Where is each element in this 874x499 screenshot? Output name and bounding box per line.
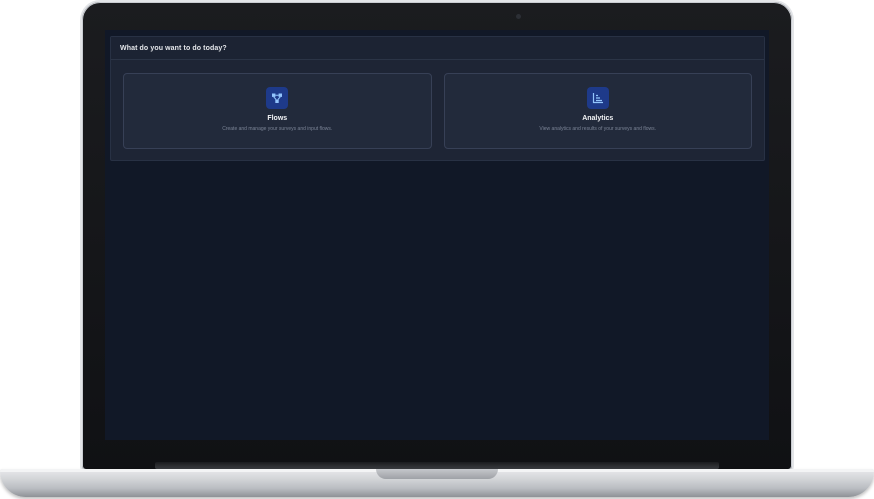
flows-card-description: Create and manage your surveys and input… (222, 126, 333, 132)
analytics-card-title: Analytics (582, 115, 614, 122)
app-screen: What do you want to do today? Flows Crea… (105, 30, 769, 440)
laptop-hinge (155, 462, 719, 469)
flows-card[interactable]: Flows Create and manage your surveys and… (123, 73, 432, 149)
camera-dot (516, 14, 521, 19)
panel-header: What do you want to do today? (111, 37, 764, 60)
page-title: What do you want to do today? (120, 44, 227, 52)
analytics-card-description: View analytics and results of your surve… (539, 126, 657, 132)
laptop-notch (376, 469, 498, 479)
flow-nodes-icon (266, 87, 289, 109)
laptop-mockup: What do you want to do today? Flows Crea… (0, 0, 874, 499)
action-cards: Flows Create and manage your surveys and… (123, 73, 752, 149)
home-panel: What do you want to do today? Flows Crea… (110, 36, 765, 161)
flows-card-title: Flows (267, 115, 288, 122)
chart-icon (586, 87, 609, 109)
analytics-card[interactable]: Analytics View analytics and results of … (443, 73, 752, 149)
